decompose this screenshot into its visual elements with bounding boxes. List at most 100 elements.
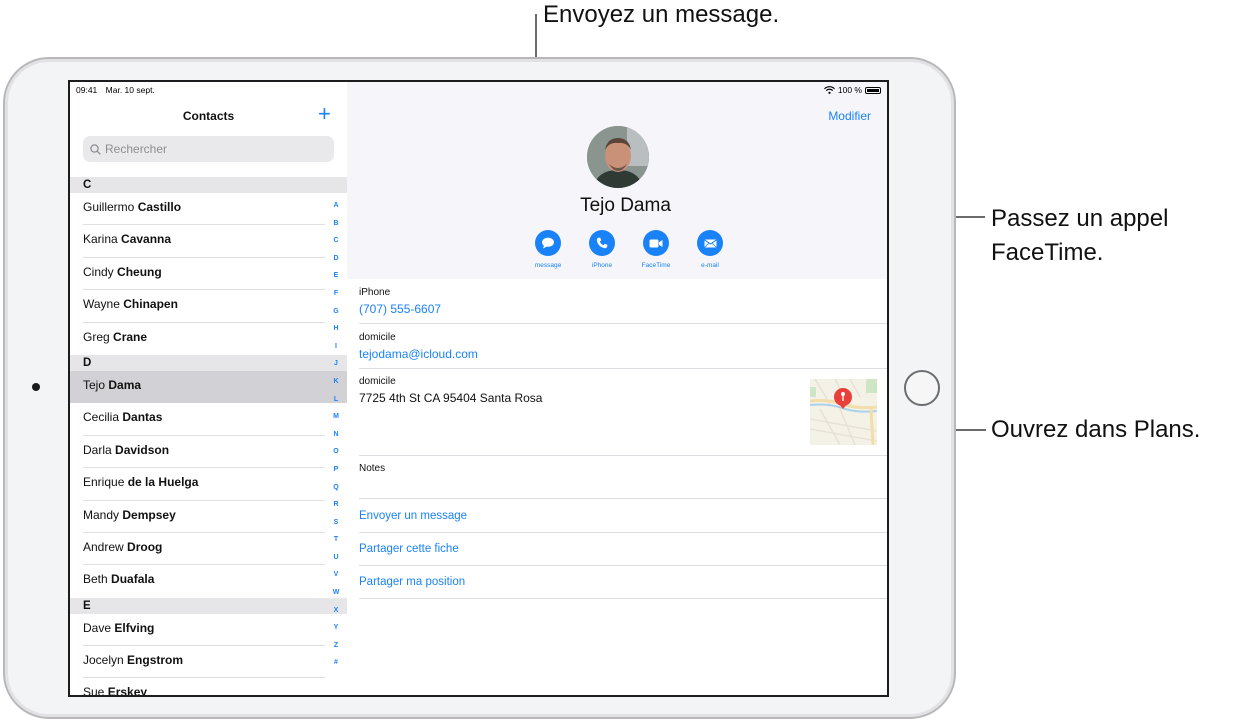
last-name: Chinapen [123, 297, 178, 312]
last-name: de la Huelga [127, 475, 199, 490]
address-value[interactable]: 7725 4th St CA 95404 Santa Rosa [359, 391, 887, 405]
first-name: Karina [83, 232, 118, 247]
index-letter[interactable]: # [329, 654, 343, 672]
avatar-photo [587, 126, 649, 188]
email-label: domicile [359, 332, 396, 343]
contact-row-selected[interactable]: Tejo Dama [70, 370, 347, 404]
first-name: Tejo [83, 377, 106, 392]
index-letter[interactable]: M [329, 408, 343, 426]
phone-field[interactable]: iPhone (707) 555-6607 [359, 287, 887, 324]
index-letter[interactable]: Z [329, 637, 343, 655]
index-letter[interactable]: Y [329, 619, 343, 637]
action-label: e-mail [701, 262, 719, 269]
index-letter[interactable]: K [329, 373, 343, 391]
message-bubble-icon [542, 237, 554, 249]
contact-row[interactable]: Jocelyn Engstrom [70, 646, 347, 679]
last-name: Droog [127, 539, 163, 554]
index-letter[interactable]: H [329, 320, 343, 338]
section-header-c: C [70, 177, 347, 193]
share-location-link[interactable]: Partager ma position [359, 566, 887, 599]
index-letter[interactable]: T [329, 531, 343, 549]
index-letter[interactable]: F [329, 285, 343, 303]
index-letter[interactable]: S [329, 514, 343, 532]
index-letter[interactable]: Q [329, 479, 343, 497]
last-name: Duafala [111, 572, 155, 587]
address-field[interactable]: domicile 7725 4th St CA 95404 Santa Rosa [359, 376, 887, 456]
index-letter[interactable]: C [329, 232, 343, 250]
index-letter[interactable]: N [329, 426, 343, 444]
add-contact-button[interactable]: + [318, 103, 331, 125]
contacts-sidebar: 09:41 Mar. 10 sept. Contacts + Recherche… [70, 82, 348, 695]
message-action-button[interactable]: message [521, 230, 575, 269]
index-letter[interactable]: O [329, 443, 343, 461]
call-action-button[interactable]: iPhone [575, 230, 629, 269]
notes-field[interactable]: Notes [359, 463, 887, 499]
email-field[interactable]: domicile tejodama@icloud.com [359, 332, 887, 369]
map-preview [810, 379, 877, 445]
map-thumbnail[interactable] [810, 379, 877, 445]
contact-row[interactable]: Andrew Droog [70, 533, 347, 566]
status-bar-right: 100 % [823, 85, 881, 95]
share-contact-link[interactable]: Partager cette fiche [359, 533, 887, 566]
contact-header: 100 % Modifier Tejo Dama message iPhone … [347, 82, 887, 279]
search-field[interactable]: Rechercher [83, 136, 334, 162]
action-label: iPhone [591, 262, 613, 269]
contacts-title: Contacts [182, 109, 235, 123]
first-name: Wayne [83, 297, 120, 312]
plus-icon: + [318, 101, 331, 126]
contact-row[interactable]: Wayne Chinapen [70, 290, 347, 323]
contact-row[interactable]: Enrique de la Huelga [70, 468, 347, 501]
index-letter[interactable]: R [329, 496, 343, 514]
last-name: Crane [113, 329, 148, 344]
contact-row[interactable]: Cecilia Dantas [70, 403, 347, 437]
contact-row[interactable]: Cindy Cheung [70, 258, 347, 291]
index-letter[interactable]: E [329, 267, 343, 285]
contact-row[interactable]: Mandy Dempsey [70, 501, 347, 534]
index-letter[interactable]: J [329, 355, 343, 373]
action-label: FaceTime [641, 262, 671, 269]
first-name: Darla [83, 442, 112, 457]
index-letter[interactable]: P [329, 461, 343, 479]
contact-row[interactable]: Beth Duafala [70, 565, 347, 597]
first-name: Beth [83, 572, 108, 587]
battery-icon [865, 86, 881, 94]
index-letter[interactable]: D [329, 250, 343, 268]
screen: 09:41 Mar. 10 sept. Contacts + Recherche… [68, 80, 889, 697]
facetime-action-button[interactable]: FaceTime [629, 230, 683, 269]
first-name: Enrique [83, 475, 125, 490]
search-icon [90, 143, 101, 155]
index-letter[interactable]: W [329, 584, 343, 602]
contact-row[interactable]: Sue Erskey [70, 678, 347, 695]
send-message-link[interactable]: Envoyer un message [359, 500, 887, 533]
contact-detail: 100 % Modifier Tejo Dama message iPhone … [347, 82, 887, 695]
status-date: Mar. 10 sept. [105, 85, 155, 95]
index-letter[interactable]: I [329, 338, 343, 356]
index-letter[interactable]: V [329, 566, 343, 584]
index-letter[interactable]: X [329, 602, 343, 620]
index-letter[interactable]: G [329, 303, 343, 321]
edit-button[interactable]: Modifier [828, 109, 871, 123]
first-name: Greg [83, 329, 110, 344]
action-label: message [534, 262, 562, 269]
email-action-button[interactable]: e-mail [683, 230, 737, 269]
contact-row[interactable]: Dave Elfving [70, 614, 347, 647]
address-label: domicile [359, 376, 396, 387]
contact-row[interactable]: Guillermo Castillo [70, 193, 347, 226]
index-letter[interactable]: A [329, 197, 343, 215]
index-letter[interactable]: B [329, 215, 343, 233]
last-name: Erskey [107, 685, 148, 695]
home-button[interactable] [904, 370, 940, 406]
section-header-e: E [70, 597, 347, 614]
contact-row[interactable]: Karina Cavanna [70, 225, 347, 259]
callout-facetime-line2: FaceTime. [991, 239, 1104, 266]
email-address[interactable]: tejodama@icloud.com [359, 347, 887, 361]
first-name: Mandy [83, 507, 120, 522]
index-letter[interactable]: U [329, 549, 343, 567]
alphabet-index[interactable]: A B C D E F G H I J K L M N O P Q R S T U V W X Y Z # [329, 197, 343, 672]
contact-row[interactable]: Darla Davidson [70, 436, 347, 469]
contact-row[interactable]: Greg Crane [70, 323, 347, 355]
last-name: Cheung [117, 264, 162, 279]
index-letter[interactable]: L [329, 391, 343, 409]
phone-number[interactable]: (707) 555-6607 [359, 302, 887, 316]
last-name: Dama [108, 377, 142, 392]
